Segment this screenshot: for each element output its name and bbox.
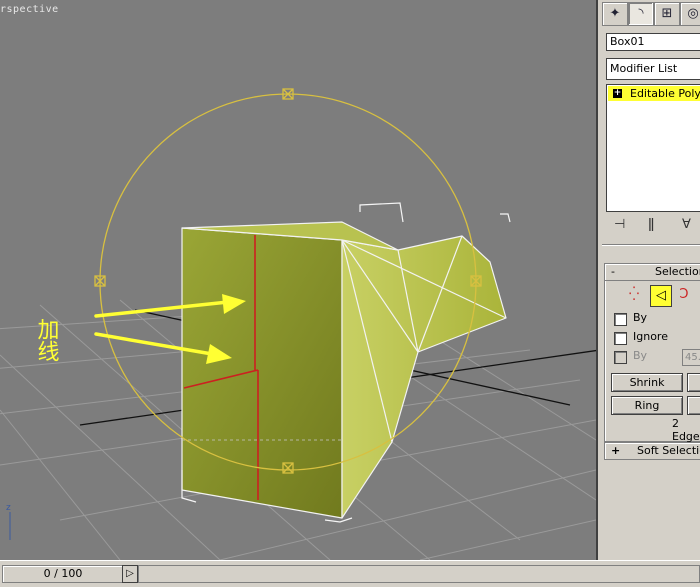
modify-tab[interactable]: ◝ (628, 2, 654, 26)
pin-stack-icon[interactable]: ⊣ (614, 217, 625, 232)
command-panel: ✦ ◝ ⊞ ◎ Box01 Modifier List + Editable P… (596, 0, 700, 560)
time-bar: 0 / 100 ▷ (0, 560, 700, 587)
modifier-list-dropdown[interactable]: Modifier List (606, 58, 700, 80)
grow-button[interactable] (687, 373, 700, 392)
create-tab[interactable]: ✦ (602, 2, 628, 26)
motion-tab[interactable]: ◎ (680, 2, 700, 26)
hierarchy-icon: ⊞ (661, 6, 673, 21)
expand-rollout-icon: + (611, 444, 621, 457)
next-frame-button[interactable]: ▷ (122, 565, 138, 583)
axis-label-z: z (6, 503, 11, 513)
modify-icon: ◝ (638, 6, 644, 21)
border-mode-icon[interactable]: Ↄ (674, 285, 694, 305)
collapse-icon: - (611, 265, 615, 278)
hierarchy-tab[interactable]: ⊞ (654, 2, 680, 26)
stack-item-editable-poly[interactable]: + Editable Poly (608, 86, 700, 101)
shrink-button[interactable]: Shrink (611, 373, 683, 392)
object-name-field[interactable]: Box01 (606, 33, 700, 51)
modifier-stack[interactable]: + Editable Poly (606, 84, 700, 212)
track-ruler[interactable] (138, 565, 700, 583)
perspective-viewport[interactable]: 加线 z rspective (0, 0, 596, 560)
angle-threshold-field[interactable]: 45. (682, 349, 700, 366)
show-end-result-icon[interactable]: ǁ (648, 217, 654, 232)
ignore-backfacing-checkbox[interactable] (614, 332, 627, 345)
viewport-label[interactable]: rspective (0, 4, 59, 15)
box-front-face (181, 227, 343, 519)
soft-selection-rollout-header[interactable]: + Soft Selection (604, 442, 700, 460)
motion-icon: ◎ (687, 6, 699, 21)
ignore-backfacing-label: Ignore (633, 330, 668, 343)
by-angle-label: By (633, 349, 648, 362)
soft-selection-title: Soft Selection (637, 444, 700, 457)
selection-count: 2 Edges (672, 417, 700, 443)
separator (602, 244, 700, 246)
expand-icon[interactable]: + (613, 89, 622, 98)
rollout-title: Selection (655, 265, 700, 278)
viewport-scene[interactable]: 加线 z (0, 0, 596, 560)
ring-button[interactable]: Ring (611, 396, 683, 415)
by-angle-checkbox[interactable] (614, 351, 627, 364)
edge-mode-icon[interactable]: ◁ (650, 285, 672, 307)
create-icon: ✦ (609, 6, 621, 21)
by-vertex-label: By (633, 311, 648, 324)
by-vertex-checkbox[interactable] (614, 313, 627, 326)
make-unique-icon[interactable]: ∀ (682, 217, 691, 232)
annotation-text: 加线 (34, 318, 60, 362)
stack-item-label: Editable Poly (630, 87, 700, 100)
vertex-mode-icon[interactable]: ⁛ (624, 285, 644, 305)
loop-button[interactable] (687, 396, 700, 415)
time-slider[interactable]: 0 / 100 (2, 565, 124, 583)
selection-rollout-header[interactable]: - Selection (604, 263, 700, 281)
